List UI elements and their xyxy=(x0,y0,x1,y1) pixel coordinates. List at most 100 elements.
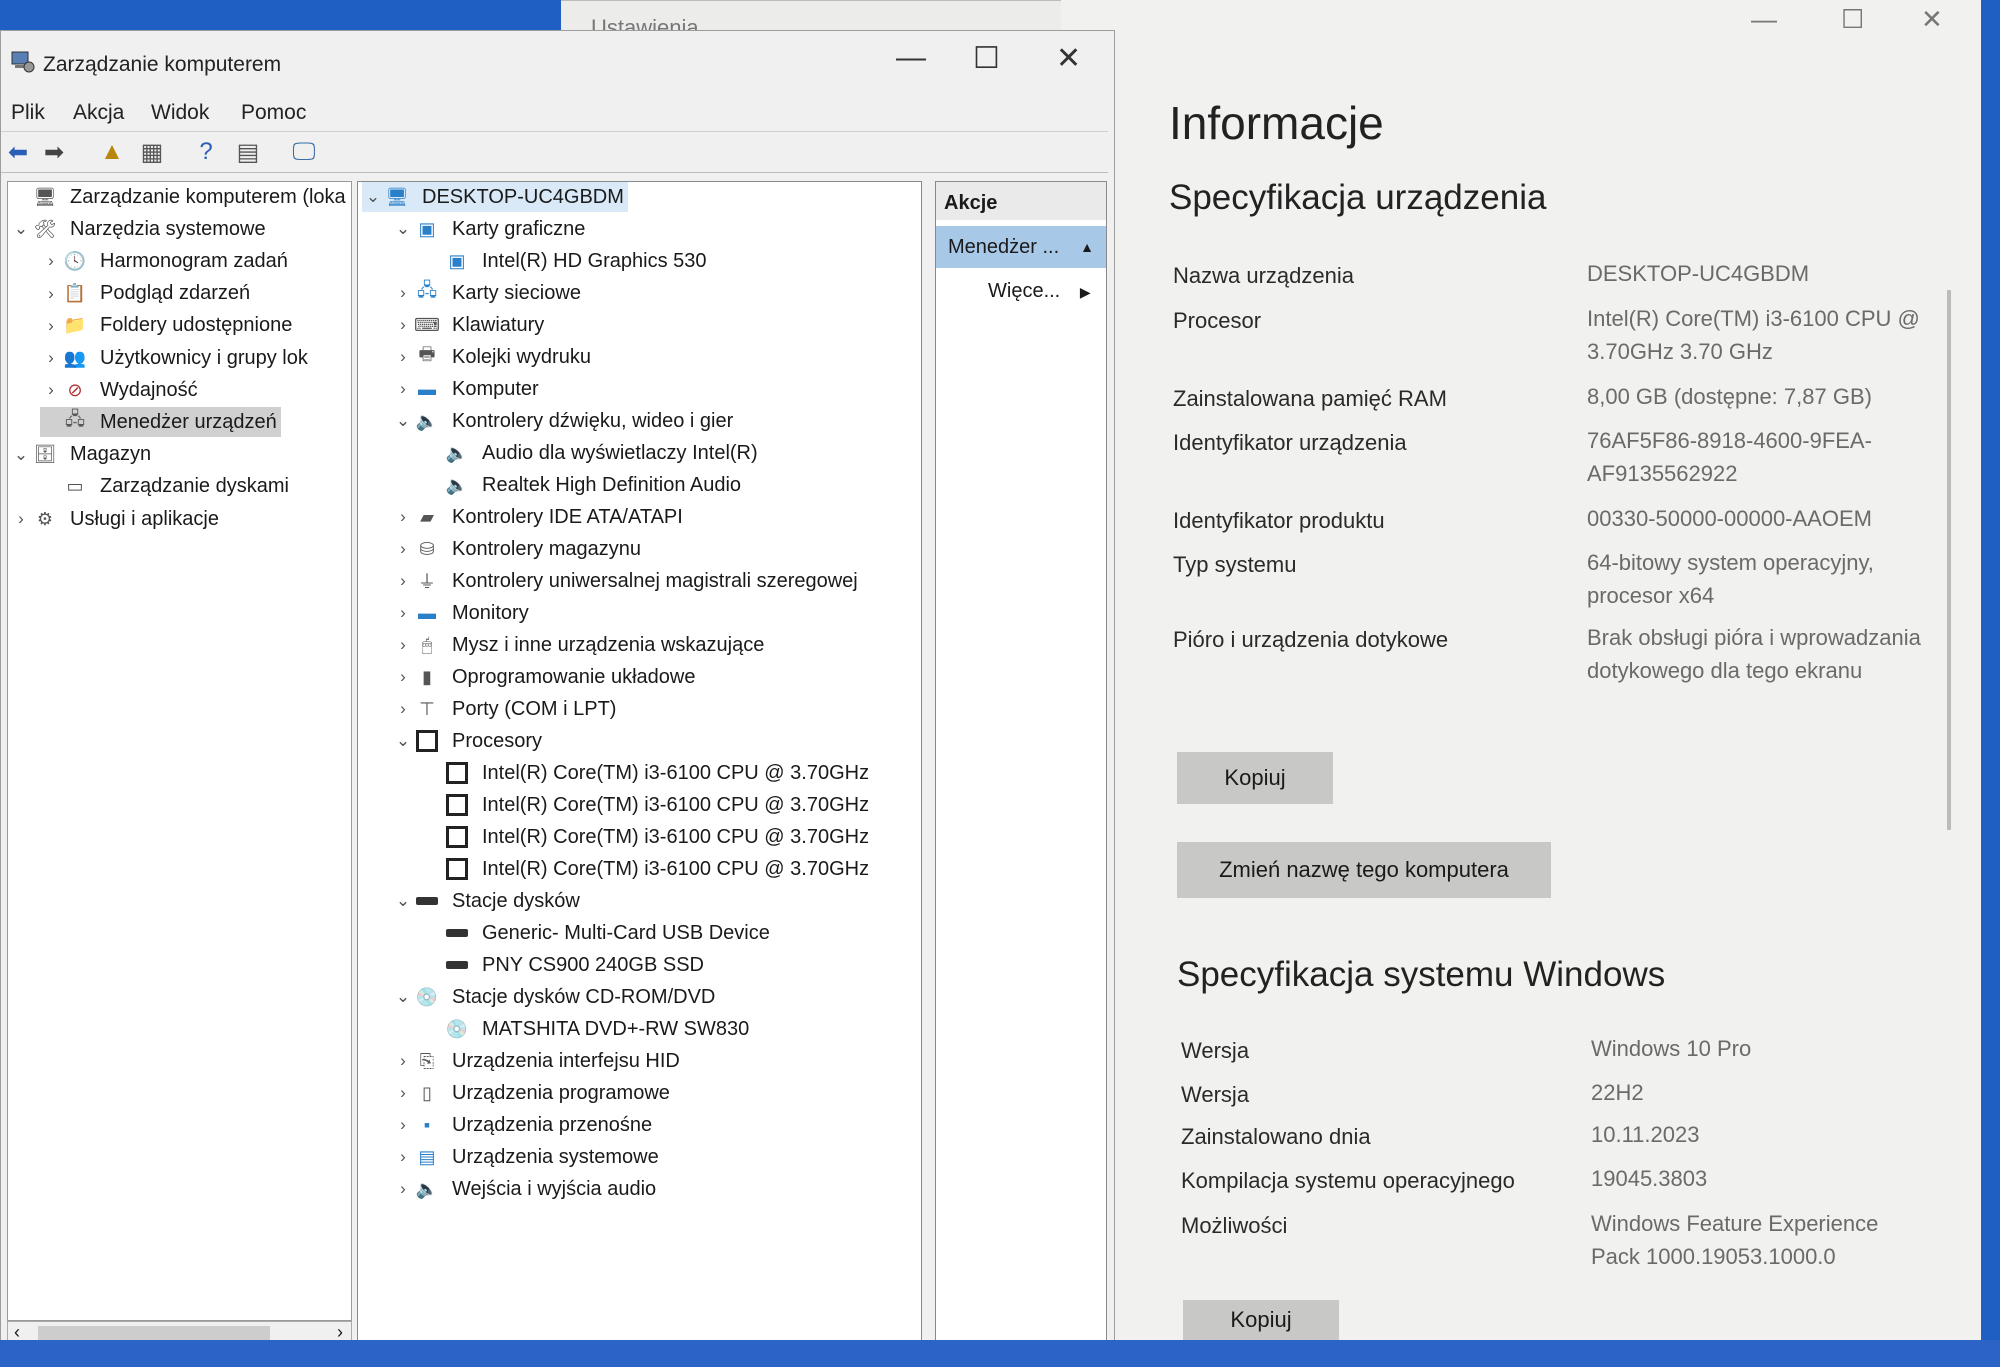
chevron-right-icon[interactable]: › xyxy=(40,251,62,271)
close-icon[interactable]: ✕ xyxy=(1056,41,1081,76)
left-tree-item[interactable]: › 🕓 Harmonogram zadań xyxy=(40,246,292,276)
device-tree-item[interactable]: Intel(R) Core(TM) i3-6100 CPU @ 3.70GHz xyxy=(422,854,873,884)
chevron-right-icon[interactable]: › xyxy=(392,1147,414,1167)
chevron-right-icon[interactable]: › xyxy=(40,316,62,336)
chevron-right-icon[interactable]: › xyxy=(392,539,414,559)
device-tree-item[interactable]: Intel(R) Core(TM) i3-6100 CPU @ 3.70GHz xyxy=(422,758,873,788)
device-tree-item[interactable]: 🔈 Audio dla wyświetlaczy Intel(R) xyxy=(422,438,762,468)
device-tree-item[interactable]: › ▬ Komputer xyxy=(392,374,543,404)
maximize-icon[interactable]: ☐ xyxy=(973,41,1000,76)
left-tree-item[interactable]: 🖥 Zarządzanie komputerem (loka xyxy=(10,182,350,212)
menu-file[interactable]: Plik xyxy=(11,101,45,125)
device-tree-item[interactable]: › 🔈 Wejścia i wyjścia audio xyxy=(392,1174,660,1204)
left-tree-item[interactable]: › ⚙ Usługi i aplikacje xyxy=(10,504,223,534)
menu-action[interactable]: Akcja xyxy=(73,101,124,125)
chevron-right-icon[interactable]: › xyxy=(392,315,414,335)
chevron-down-icon[interactable]: ⌄ xyxy=(10,219,32,239)
up-folder-icon[interactable]: ▲ xyxy=(97,137,127,167)
device-tree-item[interactable]: › ▮ Oprogramowanie układowe xyxy=(392,662,699,692)
chevron-right-icon[interactable]: › xyxy=(40,284,62,304)
actions-section-device-manager[interactable]: Menedżer ... ▲ xyxy=(936,226,1106,268)
chevron-right-icon[interactable]: › xyxy=(392,635,414,655)
chevron-right-icon[interactable]: › xyxy=(392,1051,414,1071)
chevron-right-icon[interactable]: › xyxy=(392,1115,414,1135)
minimize-icon[interactable]: — xyxy=(1751,4,1777,35)
menu-help[interactable]: Pomoc xyxy=(241,101,306,125)
chevron-right-icon[interactable]: › xyxy=(40,348,62,368)
chevron-right-icon[interactable]: › xyxy=(10,509,32,529)
device-tree-item[interactable]: Generic- Multi-Card USB Device xyxy=(422,918,774,948)
menu-view[interactable]: Widok xyxy=(151,101,209,125)
device-tree-item[interactable]: › ⌨ Klawiatury xyxy=(392,310,548,340)
device-tree-item[interactable]: ⌄ Procesory xyxy=(392,726,546,756)
show-hide-console-tree-icon[interactable]: ▦ xyxy=(137,137,167,167)
device-tree-item[interactable]: Intel(R) Core(TM) i3-6100 CPU @ 3.70GHz xyxy=(422,790,873,820)
device-tree-item[interactable]: 🔈 Realtek High Definition Audio xyxy=(422,470,745,500)
device-tree-item[interactable]: › 🖱 Mysz i inne urządzenia wskazujące xyxy=(392,630,768,660)
device-tree-item[interactable]: 💿 MATSHITA DVD+-RW SW830 xyxy=(422,1014,753,1044)
close-icon[interactable]: ✕ xyxy=(1921,4,1943,35)
device-tree-item[interactable]: › ⎘ Urządzenia interfejsu HID xyxy=(392,1046,684,1076)
device-tree-item[interactable]: ⌄ 🔈 Kontrolery dźwięku, wideo i gier xyxy=(392,406,737,436)
chevron-right-icon[interactable]: › xyxy=(392,507,414,527)
chevron-right-icon[interactable]: › xyxy=(392,699,414,719)
settings-scroll-track[interactable] xyxy=(1947,290,1951,830)
chevron-down-icon[interactable]: ⌄ xyxy=(392,987,414,1007)
device-tree-item[interactable]: › 🖶 Kolejki wydruku xyxy=(392,342,595,372)
device-tree-item[interactable]: › ▬ Monitory xyxy=(392,598,533,628)
device-tree-item-label: Intel(R) Core(TM) i3-6100 CPU @ 3.70GHz xyxy=(482,825,870,848)
properties-icon[interactable]: ▤ xyxy=(233,137,263,167)
left-tree-item[interactable]: 🖧 Menedżer urządzeń xyxy=(40,407,281,438)
left-tree-item[interactable]: › 👥 Użytkownicy i grupy lok xyxy=(40,343,312,373)
forward-arrow-icon[interactable]: ➡ xyxy=(39,137,69,167)
chevron-down-icon[interactable]: ⌄ xyxy=(392,219,414,239)
device-tree-item[interactable]: Intel(R) Core(TM) i3-6100 CPU @ 3.70GHz xyxy=(422,822,873,852)
collapse-up-icon[interactable]: ▲ xyxy=(1080,239,1094,255)
left-tree-item[interactable]: › ⊘ Wydajność xyxy=(40,375,202,405)
device-tree-item[interactable]: › ▯ Urządzenia programowe xyxy=(392,1078,674,1108)
chevron-right-icon[interactable]: › xyxy=(392,379,414,399)
device-tree-item[interactable]: › 🖧 Karty sieciowe xyxy=(392,278,585,308)
left-tree-item[interactable]: › 📋 Podgląd zdarzeń xyxy=(40,279,254,309)
device-tree-item[interactable]: ⌄ Stacje dysków xyxy=(392,886,584,916)
device-tree-item[interactable]: PNY CS900 240GB SSD xyxy=(422,950,708,980)
device-tree-item[interactable]: › ▰ Kontrolery IDE ATA/ATAPI xyxy=(392,502,687,532)
chevron-down-icon[interactable]: ⌄ xyxy=(10,445,32,465)
title-bar[interactable]: Zarządzanie komputerem — ☐ ✕ xyxy=(1,31,1114,93)
event-viewer-icon: 📋 xyxy=(63,283,87,304)
maximize-icon[interactable]: ☐ xyxy=(1841,4,1864,35)
monitor-scan-icon[interactable]: 🖵 xyxy=(289,137,319,167)
device-tree-item[interactable]: ⌄ ▣ Karty graficzne xyxy=(392,214,589,244)
device-tree-item[interactable]: › ⛁ Kontrolery magazynu xyxy=(392,534,645,564)
device-tree-item[interactable]: › ⏚ Kontrolery uniwersalnej magistrali sze… xyxy=(392,566,862,596)
left-tree-item[interactable]: ⌄ 🗄 Magazyn xyxy=(10,440,155,470)
device-tree-item[interactable]: ▣ Intel(R) HD Graphics 530 xyxy=(422,246,711,276)
chevron-down-icon[interactable]: ⌄ xyxy=(392,891,414,911)
copy-windows-spec-button[interactable]: Kopiuj xyxy=(1183,1300,1339,1340)
device-tree-item[interactable]: › ▪ Urządzenia przenośne xyxy=(392,1110,656,1140)
left-tree-item[interactable]: ⌄ 🛠 Narzędzia systemowe xyxy=(10,214,270,244)
chevron-down-icon[interactable]: ⌄ xyxy=(392,411,414,431)
chevron-right-icon[interactable]: › xyxy=(392,283,414,303)
chevron-right-icon[interactable]: › xyxy=(392,603,414,623)
minimize-icon[interactable]: — xyxy=(896,41,926,75)
chevron-right-icon[interactable]: › xyxy=(392,1083,414,1103)
help-icon[interactable]: ? xyxy=(191,137,221,167)
device-tree-item[interactable]: ⌄ 💿 Stacje dysków CD-ROM/DVD xyxy=(392,982,719,1012)
chevron-right-icon[interactable]: › xyxy=(40,380,62,400)
more-actions-link[interactable]: Więce... ▶ xyxy=(988,280,1091,303)
chevron-right-icon[interactable]: › xyxy=(392,571,414,591)
chevron-right-icon[interactable]: › xyxy=(392,347,414,367)
back-arrow-icon[interactable]: ⬅ xyxy=(3,137,33,167)
left-tree-item[interactable]: › 📁 Foldery udostępnione xyxy=(40,311,296,341)
chevron-down-icon[interactable]: ⌄ xyxy=(362,187,384,207)
device-tree-item[interactable]: › ⊤ Porty (COM i LPT) xyxy=(392,694,620,724)
device-tree-item[interactable]: › ▤ Urządzenia systemowe xyxy=(392,1142,663,1172)
rename-computer-button[interactable]: Zmień nazwę tego komputera xyxy=(1177,842,1551,898)
chevron-right-icon[interactable]: › xyxy=(392,667,414,687)
device-tree-item[interactable]: ⌄ 🖥 DESKTOP-UC4GBDM xyxy=(362,182,628,212)
left-tree-item[interactable]: ▭ Zarządzanie dyskami xyxy=(40,472,293,502)
chevron-right-icon[interactable]: › xyxy=(392,1179,414,1199)
copy-device-spec-button[interactable]: Kopiuj xyxy=(1177,752,1333,804)
chevron-down-icon[interactable]: ⌄ xyxy=(392,731,414,751)
